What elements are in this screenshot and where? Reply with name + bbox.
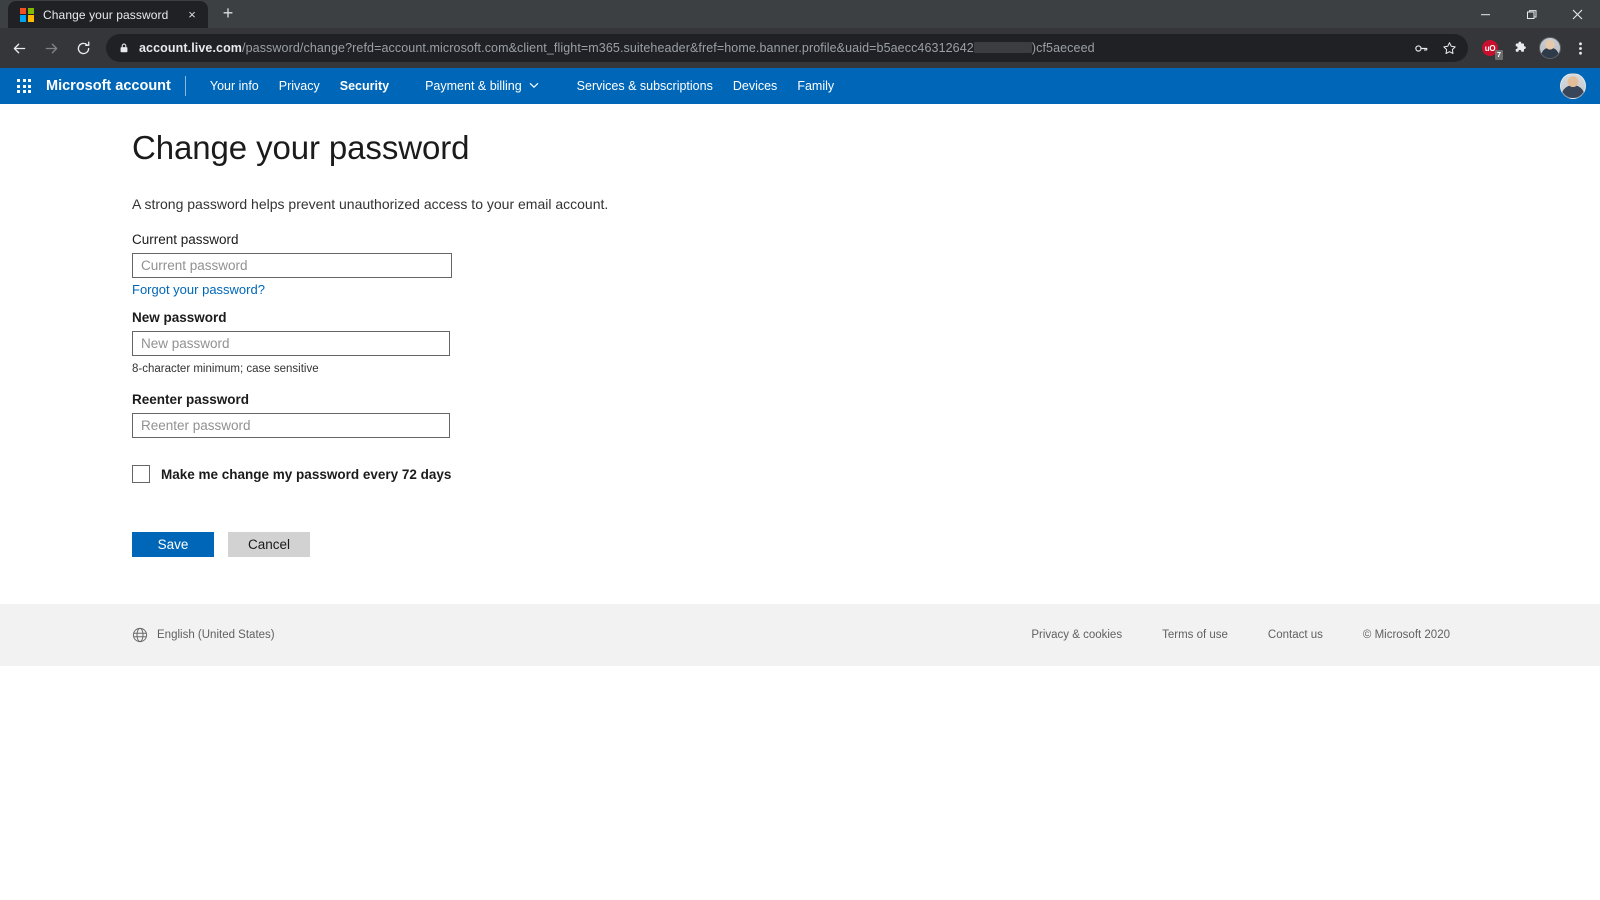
nav-item-payment-billing-label: Payment & billing [425, 68, 522, 104]
field-current-password: Current password Forgot your password? [132, 232, 1600, 299]
page-body: Change your password A strong password h… [0, 104, 1600, 604]
tab-strip: Change your password × + [0, 0, 1600, 28]
url-path-before: /password/change?refd=account.microsoft.… [242, 41, 974, 55]
reenter-password-input[interactable] [132, 413, 450, 438]
back-arrow-icon[interactable] [4, 33, 34, 63]
footer-copyright: © Microsoft 2020 [1343, 629, 1450, 641]
password-expiry-checkbox[interactable] [132, 465, 150, 483]
browser-window: Change your password × + [0, 0, 1600, 900]
form-actions: Save Cancel [132, 532, 1600, 557]
footer-link-terms-of-use[interactable]: Terms of use [1142, 629, 1248, 641]
tab-title: Change your password [43, 8, 175, 22]
new-password-input[interactable] [132, 331, 450, 356]
puzzle-piece-icon[interactable] [1506, 33, 1534, 63]
header-nav: Your info Privacy Security Payment & bil… [200, 68, 844, 104]
password-expiry-checkbox-row[interactable]: Make me change my password every 72 days [132, 465, 1600, 483]
nav-item-privacy[interactable]: Privacy [269, 68, 330, 104]
star-icon[interactable] [1436, 35, 1462, 61]
new-password-label: New password [132, 310, 1600, 325]
microsoft-logo-icon [20, 8, 34, 22]
forgot-password-link[interactable]: Forgot your password? [132, 282, 265, 297]
chevron-down-icon [529, 69, 539, 105]
page-title: Change your password [132, 130, 1600, 166]
globe-icon [132, 627, 148, 643]
nav-item-payment-billing[interactable]: Payment & billing [415, 68, 551, 104]
nav-item-devices[interactable]: Devices [723, 68, 787, 104]
address-bar[interactable]: account.live.com/password/change?refd=ac… [106, 34, 1468, 62]
current-password-label: Current password [132, 232, 1600, 247]
save-button[interactable]: Save [132, 532, 214, 557]
below-fold-area [0, 666, 1600, 900]
redacted-url-segment [974, 42, 1032, 53]
url-host: account.live.com [139, 41, 242, 55]
new-tab-button[interactable]: + [214, 0, 242, 27]
field-reenter-password: Reenter password [132, 392, 1600, 438]
nav-item-security[interactable]: Security [330, 68, 399, 104]
restore-icon[interactable] [1508, 0, 1554, 28]
url-text: account.live.com/password/change?refd=ac… [139, 41, 1408, 55]
lock-icon [118, 42, 130, 54]
nav-item-your-info[interactable]: Your info [200, 68, 269, 104]
minimize-icon[interactable] [1462, 0, 1508, 28]
brand-title[interactable]: Microsoft account [46, 78, 171, 94]
three-dot-menu-icon[interactable] [1566, 33, 1594, 63]
intro-text: A strong password helps prevent unauthor… [132, 196, 1600, 212]
browser-toolbar: account.live.com/password/change?refd=ac… [0, 28, 1600, 68]
close-tab-icon[interactable]: × [184, 7, 200, 23]
field-new-password: New password 8-character minimum; case s… [132, 310, 1600, 375]
password-expiry-label: Make me change my password every 72 days [161, 467, 451, 482]
profile-avatar[interactable] [1536, 33, 1564, 63]
new-password-hint: 8-character minimum; case sensitive [132, 363, 1600, 375]
user-avatar[interactable] [1560, 73, 1586, 99]
omnibox-actions [1408, 35, 1464, 61]
browser-tab[interactable]: Change your password × [8, 1, 208, 28]
reenter-password-label: Reenter password [132, 392, 1600, 407]
language-label: English (United States) [157, 629, 275, 641]
ublock-origin-icon[interactable]: uO 7 [1476, 33, 1504, 63]
content-column: Change your password A strong password h… [0, 104, 1600, 557]
nav-item-services-subscriptions[interactable]: Services & subscriptions [567, 68, 723, 104]
footer-link-contact-us[interactable]: Contact us [1248, 629, 1343, 641]
window-controls [1462, 0, 1600, 28]
current-password-input[interactable] [132, 253, 452, 278]
app-launcher-icon[interactable] [8, 70, 40, 102]
close-window-icon[interactable] [1554, 0, 1600, 28]
reload-icon[interactable] [68, 33, 98, 63]
forward-arrow-icon [36, 33, 66, 63]
header-divider [185, 76, 186, 96]
microsoft-suite-header: Microsoft account Your info Privacy Secu… [0, 68, 1600, 104]
url-path-after: )cf5aeceed [1032, 41, 1095, 55]
footer-link-privacy-cookies[interactable]: Privacy & cookies [1011, 629, 1142, 641]
page-footer: English (United States) Privacy & cookie… [0, 604, 1600, 666]
nav-item-family[interactable]: Family [787, 68, 844, 104]
footer-links: Privacy & cookies Terms of use Contact u… [1011, 629, 1450, 641]
cancel-button[interactable]: Cancel [228, 532, 310, 557]
ublock-blocked-count-badge: 7 [1495, 50, 1503, 61]
language-selector[interactable]: English (United States) [132, 627, 275, 643]
key-icon[interactable] [1408, 35, 1434, 61]
